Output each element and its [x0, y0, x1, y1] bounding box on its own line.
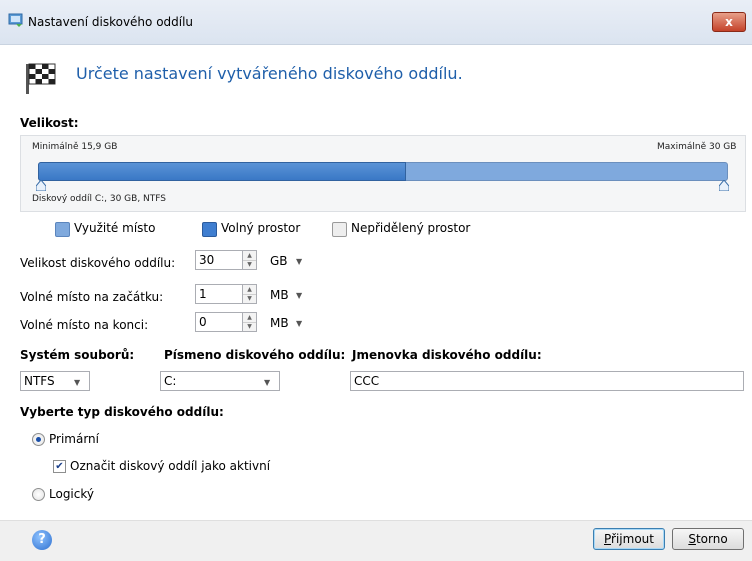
used-space-fill [38, 162, 406, 181]
space-after-unit[interactable]: MB [270, 316, 289, 330]
mark-active-label[interactable]: Označit diskový oddíl jako aktivní [70, 459, 270, 473]
volume-label-label: Jmenovka diskového oddílu: [352, 348, 542, 362]
window-icon [8, 13, 23, 27]
space-after-input[interactable]: 0 [195, 312, 243, 332]
accept-button-mnemonic: P [604, 532, 612, 546]
cancel-button[interactable]: Storno [672, 528, 744, 550]
accept-button[interactable]: Přijmout [593, 528, 665, 550]
stepper-down-icon[interactable]: ▼ [243, 294, 256, 303]
primary-radio-label[interactable]: Primární [49, 432, 99, 446]
space-before-input[interactable]: 1 [195, 284, 243, 304]
used-space-swatch [55, 222, 70, 237]
legend-used: Využité místo [74, 221, 156, 235]
legend-unallocated: Nepřidělený prostor [351, 221, 471, 235]
logical-radio-label[interactable]: Logický [49, 487, 94, 501]
filesystem-label: Systém souborů: [20, 348, 135, 362]
partition-size-label: Velikost diskového oddílu: [20, 256, 176, 270]
cancel-button-label: torno [695, 532, 728, 546]
space-after-label: Volné místo na konci: [20, 318, 149, 332]
close-icon[interactable]: x [712, 12, 746, 32]
max-size-label: Maximálně 30 GB [657, 142, 737, 152]
partition-size-unit[interactable]: GB [270, 254, 288, 268]
slider-handle-right[interactable] [719, 180, 729, 191]
cancel-button-mnemonic: S [688, 532, 696, 546]
chevron-down-icon[interactable]: ▼ [74, 378, 80, 387]
accept-button-label: řijmout [611, 532, 654, 546]
volume-label-input[interactable]: CCC [350, 371, 744, 391]
primary-radio[interactable] [32, 433, 45, 446]
space-after-stepper[interactable]: ▲ ▼ [243, 312, 257, 332]
space-before-stepper[interactable]: ▲ ▼ [243, 284, 257, 304]
help-icon[interactable]: ? [32, 530, 52, 550]
partition-type-label: Vyberte typ diskového oddílu: [20, 405, 224, 419]
page-title: Určete nastavení vytvářeného diskového o… [76, 64, 463, 83]
space-before-label: Volné místo na začátku: [20, 290, 164, 304]
legend-free: Volný prostor [221, 221, 301, 235]
window-title: Nastavení diskového oddílu [28, 15, 194, 29]
partition-size-stepper[interactable]: ▲ ▼ [243, 250, 257, 270]
space-before-unit[interactable]: MB [270, 288, 289, 302]
size-section-label: Velikost: [20, 116, 79, 130]
stepper-down-icon[interactable]: ▼ [243, 322, 256, 331]
partition-caption: Diskový oddíl C:, 30 GB, NTFS [32, 194, 167, 204]
chevron-down-icon[interactable]: ▼ [296, 319, 302, 328]
drive-letter-select[interactable]: C: [160, 371, 280, 391]
chevron-down-icon[interactable]: ▼ [296, 257, 302, 266]
free-space-swatch [202, 222, 217, 237]
chevron-down-icon[interactable]: ▼ [296, 291, 302, 300]
drive-letter-label: Písmeno diskového oddílu: [164, 348, 346, 362]
unallocated-space-swatch [332, 222, 347, 237]
chevron-down-icon[interactable]: ▼ [264, 378, 270, 387]
partition-size-input[interactable]: 30 [195, 250, 243, 270]
checkered-flag-icon [26, 63, 56, 94]
slider-handle-left[interactable] [36, 180, 46, 191]
radio-dot [36, 437, 41, 442]
stepper-down-icon[interactable]: ▼ [243, 260, 256, 269]
min-size-label: Minimálně 15,9 GB [32, 142, 118, 152]
mark-active-checkbox[interactable]: ✔ [53, 460, 66, 473]
logical-radio[interactable] [32, 488, 45, 501]
